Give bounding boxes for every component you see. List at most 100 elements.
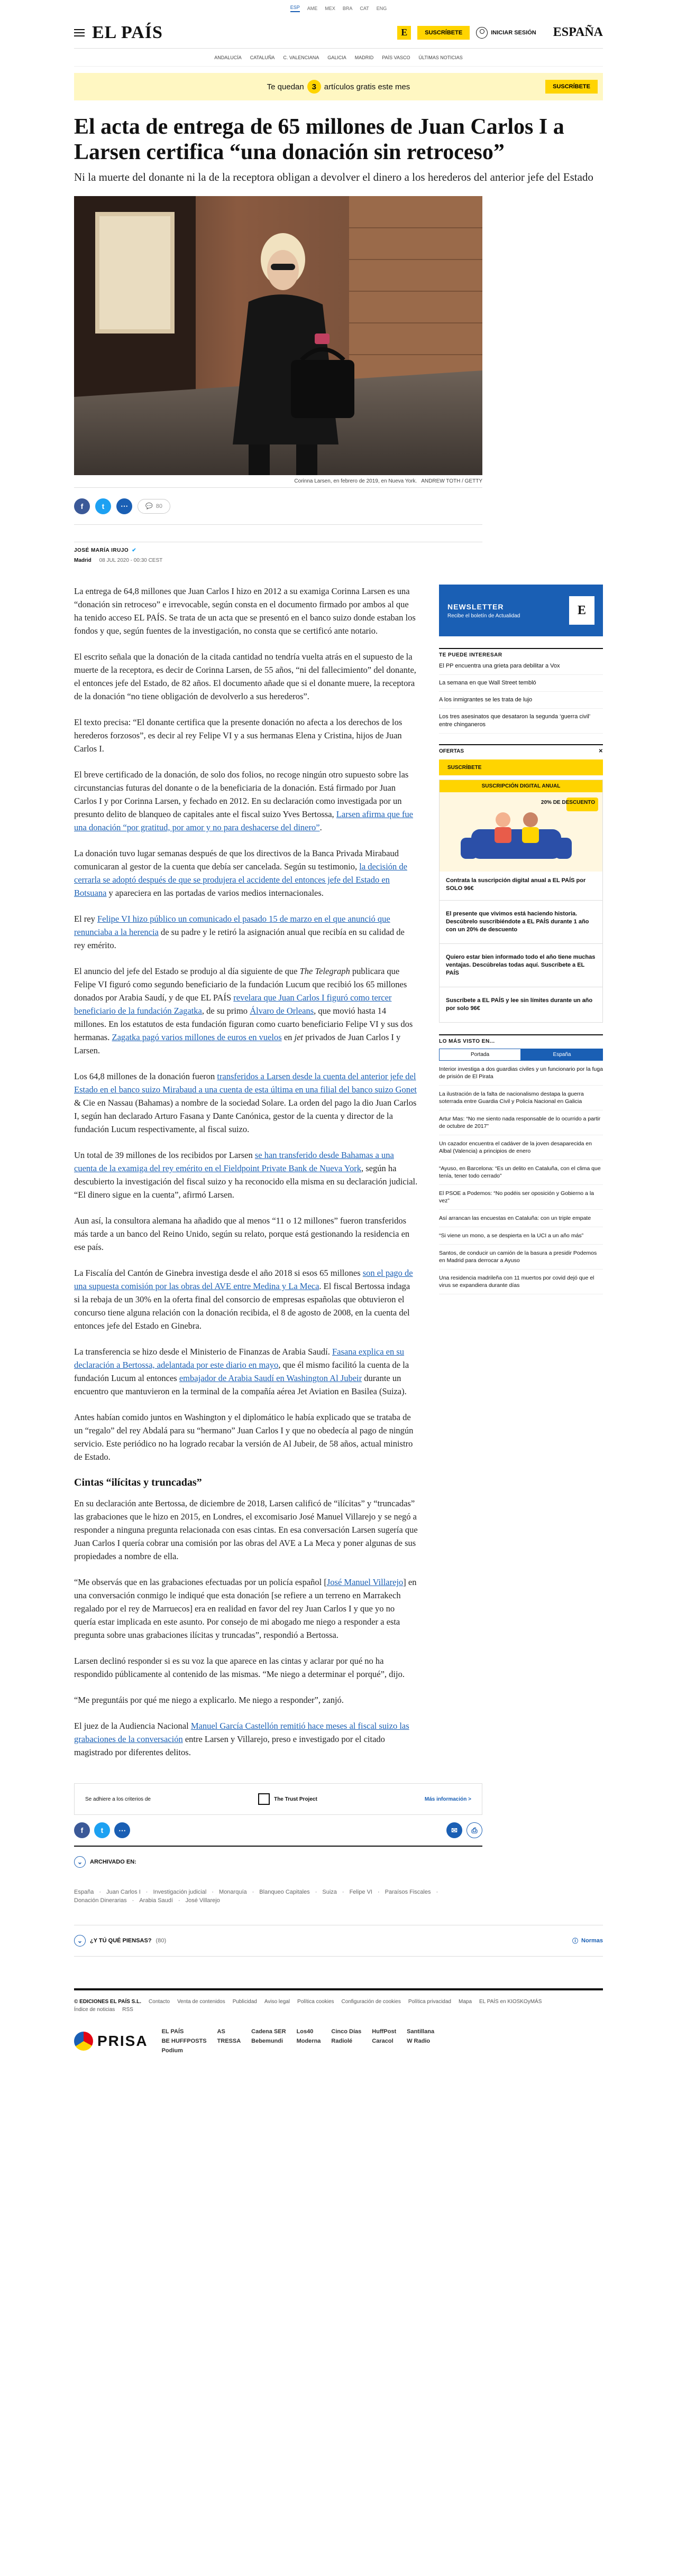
section-nav-item[interactable]: ANDALUCÍA (214, 55, 242, 60)
login-link[interactable]: INICIAR SESIÓN (476, 26, 536, 39)
menu-icon[interactable] (74, 29, 85, 36)
footer-link[interactable]: EL PAÍS en KIOSKOyMÁS (479, 1999, 542, 2005)
offer-item[interactable]: El presente que vivimos está haciendo hi… (440, 900, 602, 943)
footer-link[interactable]: Configuración de cookies (342, 1999, 401, 2005)
twitter-icon[interactable]: t (95, 498, 111, 514)
brand-logo[interactable]: Cadena SER (251, 2028, 286, 2035)
edition-name[interactable]: ESPAÑA (553, 25, 603, 40)
inline-link[interactable]: se han transferido desde Bahamas a una c… (74, 1150, 394, 1173)
footer-link[interactable]: RSS (122, 2007, 133, 2013)
edition-eng[interactable]: ENG (377, 6, 387, 11)
section-nav-item[interactable]: GALICIA (327, 55, 346, 60)
brand-logo[interactable]: Moderna (297, 2038, 321, 2044)
close-icon[interactable]: ✕ (599, 748, 603, 754)
inline-link[interactable]: embajador de Arabia Saudí en Washington … (179, 1373, 362, 1383)
brand-logo[interactable]: W Radio (407, 2038, 434, 2044)
footer-link[interactable]: Publicidad (233, 1999, 257, 2005)
brand-logo[interactable]: Radiolé (331, 2038, 361, 2044)
edition-mex[interactable]: MEX (325, 6, 335, 11)
norms-link[interactable]: Normas (581, 1938, 603, 1944)
edition-bra[interactable]: BRA (343, 6, 353, 11)
edition-esp[interactable]: ESP (290, 5, 300, 12)
section-nav-item[interactable]: ÚLTIMAS NOTICIAS (418, 55, 462, 60)
brand-logo[interactable]: EL PAÍS (162, 2028, 207, 2035)
subscribe-button[interactable]: SUSCRÍBETE (417, 25, 470, 40)
inline-link[interactable]: Manuel García Castellón remitió hace mes… (74, 1721, 409, 1744)
edition-ame[interactable]: AME (307, 6, 318, 11)
offer-item[interactable]: Suscríbete a EL PAÍS y lee sin límites d… (440, 987, 602, 1022)
brand-logo[interactable]: AS (217, 2028, 241, 2035)
brand-logo[interactable]: Los40 (297, 2028, 321, 2035)
chevron-down-icon[interactable]: ⌄ (74, 1935, 86, 1947)
brand-logo[interactable]: Bebemundi (251, 2038, 286, 2044)
edition-cat[interactable]: CAT (360, 6, 369, 11)
mostread-item[interactable]: “Si viene un mono, a se despierta en la … (439, 1227, 603, 1245)
tag-link[interactable]: Felipe VI (350, 1889, 372, 1895)
mostread-item[interactable]: Santos, de conducir un camión de la basu… (439, 1245, 603, 1270)
kiosko-icon[interactable]: E (397, 25, 411, 40)
tag-link[interactable]: Blanqueo Capitales (259, 1889, 309, 1895)
mostread-item[interactable]: La ilustración de la falta de nacionalis… (439, 1086, 603, 1110)
footer-link[interactable]: Mapa (459, 1999, 472, 2005)
comments-button[interactable]: 💬 80 (138, 498, 170, 514)
twitter-icon[interactable]: t (94, 1822, 110, 1838)
mostread-item[interactable]: El PSOE a Podemos: “No podéis ser oposic… (439, 1185, 603, 1210)
print-icon[interactable]: ⎙ (466, 1822, 482, 1838)
interest-item[interactable]: A los inmigrantes se les trata de lujo (439, 692, 603, 709)
brand-logo[interactable]: TRESSA (217, 2038, 241, 2044)
interest-item[interactable]: El PP encuentra una grieta para debilita… (439, 658, 603, 675)
section-nav-item[interactable]: PAÍS VASCO (382, 55, 410, 60)
promo-card[interactable]: SUSCRIPCIÓN DIGITAL ANUAL 20% DE DESCUEN… (439, 780, 603, 1023)
inline-link[interactable]: Zagatka pagó varios millones de euros en… (112, 1032, 281, 1042)
inline-link[interactable]: Álvaro de Orleans (250, 1006, 314, 1016)
footer-link[interactable]: Venta de contenidos (177, 1999, 225, 2005)
mostread-item[interactable]: Interior investiga a dos guardias civile… (439, 1061, 603, 1086)
brand-logo[interactable]: HuffPost (372, 2028, 396, 2035)
mail-icon[interactable]: ✉ (446, 1822, 462, 1838)
brand-logo[interactable]: Podium (162, 2047, 207, 2054)
section-nav-item[interactable]: MADRID (355, 55, 374, 60)
tag-link[interactable]: Monarquía (219, 1889, 247, 1895)
tag-link[interactable]: Investigación judicial (153, 1889, 206, 1895)
tab-españa[interactable]: España (521, 1049, 603, 1061)
footer-link[interactable]: Política privacidad (408, 1999, 451, 2005)
tag-link[interactable]: Paraísos Fiscales (385, 1889, 431, 1895)
author[interactable]: JOSÉ MARÍA IRUJO ✔ (74, 548, 482, 553)
tag-link[interactable]: España (74, 1889, 94, 1895)
comments-bar[interactable]: ⌄ ¿Y TÚ QUÉ PIENSAS? (80) ⓘ Normas (74, 1925, 603, 1957)
offer-item[interactable]: Quiero estar bien informado todo el año … (440, 943, 602, 987)
mostread-item[interactable]: Así arrancan las encuestas en Cataluña: … (439, 1210, 603, 1227)
brand-logo[interactable]: Santillana (407, 2028, 434, 2035)
mostread-item[interactable]: Una residencia madrileña con 11 muertos … (439, 1270, 603, 1294)
inline-link[interactable]: la decisión de cerrarla se adoptó despué… (74, 861, 407, 898)
inline-link[interactable]: Fasana explica en su declaración a Berto… (74, 1347, 404, 1370)
tag-link[interactable]: Arabia Saudí (139, 1897, 173, 1904)
inline-link[interactable]: son el pago de una supuesta comisión por… (74, 1268, 413, 1291)
footer-link[interactable]: Índice de noticias (74, 2007, 115, 2013)
inline-link[interactable]: José Manuel Villarejo (327, 1577, 403, 1587)
tag-link[interactable]: José Villarejo (186, 1897, 220, 1904)
chevron-down-icon[interactable]: ⌄ (74, 1856, 86, 1868)
footer-link[interactable]: Política cookies (297, 1999, 334, 2005)
tag-link[interactable]: Suiza (322, 1889, 337, 1895)
share-icon[interactable]: ⋯ (114, 1822, 130, 1838)
offers-subscribe-banner[interactable]: SUSCRÍBETE (439, 759, 603, 775)
trust-more-link[interactable]: Más información > (425, 1796, 471, 1802)
brand-logo[interactable]: Caracol (372, 2038, 396, 2044)
interest-item[interactable]: La semana en que Wall Street tembló (439, 675, 603, 692)
inline-link[interactable]: Larsen afirma que fue una donación “por … (74, 809, 413, 832)
counter-subscribe-button[interactable]: SUSCRÍBETE (545, 80, 598, 94)
inline-link[interactable]: transferidos a Larsen desde la cuenta de… (74, 1071, 417, 1095)
share-icon[interactable]: ⋯ (116, 498, 132, 514)
tab-portada[interactable]: Portada (439, 1049, 521, 1061)
brand-logo[interactable]: BE HUFFPOSTS (162, 2038, 207, 2044)
section-nav-item[interactable]: CATALUÑA (250, 55, 275, 60)
facebook-icon[interactable]: f (74, 1822, 90, 1838)
footer-link[interactable]: Aviso legal (264, 1999, 290, 2005)
mostread-item[interactable]: “Ayuso, en Barcelona: “Es un delito en C… (439, 1160, 603, 1185)
inline-link[interactable]: revelara que Juan Carlos I figuró como t… (74, 993, 391, 1016)
mostread-item[interactable]: Un cazador encuentra el cadáver de la jo… (439, 1135, 603, 1160)
section-nav-item[interactable]: C. VALENCIANA (283, 55, 319, 60)
newsletter-box[interactable]: NEWSLETTER Recibe el boletín de Actualid… (439, 585, 603, 636)
prisa-logo[interactable]: PRISA (74, 2032, 148, 2051)
